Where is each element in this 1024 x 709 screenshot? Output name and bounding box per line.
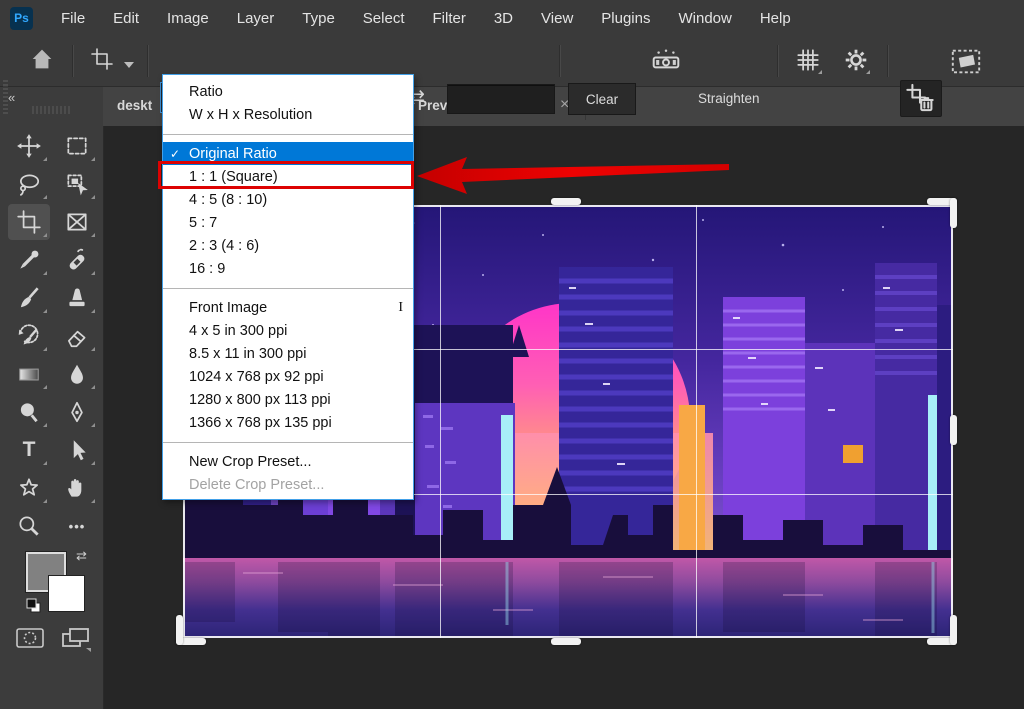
- crop-handle-top-middle[interactable]: [551, 198, 581, 205]
- menu-item-16-9[interactable]: 16 : 9: [163, 257, 413, 280]
- gradient-tool[interactable]: [8, 356, 50, 392]
- menu-item-1280x800[interactable]: 1280 x 800 px 113 ppi: [163, 388, 413, 411]
- menu-help[interactable]: Help: [746, 0, 805, 36]
- move-tool[interactable]: [8, 128, 50, 164]
- options-bar: Original Ratio ⇄ Clear Straighten: [0, 36, 1024, 87]
- options-bar-grip[interactable]: [3, 80, 8, 114]
- straighten-icon[interactable]: [650, 45, 682, 75]
- menu-bar: Ps File Edit Image Layer Type Select Fil…: [0, 0, 1024, 36]
- eraser-tool[interactable]: [56, 318, 98, 354]
- menu-select[interactable]: Select: [349, 0, 419, 36]
- chevron-down-icon: [818, 70, 822, 74]
- crop-handle-bottom-right[interactable]: [950, 615, 957, 645]
- dodge-tool[interactable]: [8, 394, 50, 430]
- shortcut-label: I: [398, 300, 403, 316]
- collapse-panel-button[interactable]: «: [8, 90, 13, 105]
- pen-tool[interactable]: [56, 394, 98, 430]
- menu-plugins[interactable]: Plugins: [587, 0, 664, 36]
- clone-stamp-tool[interactable]: [56, 280, 98, 316]
- crop-tool-icon[interactable]: [90, 47, 114, 71]
- menu-item-2-3[interactable]: 2 : 3 (4 : 6): [163, 234, 413, 257]
- crop-handle-top-right[interactable]: [950, 198, 957, 228]
- menu-filter[interactable]: Filter: [419, 0, 480, 36]
- lasso-tool[interactable]: [8, 166, 50, 202]
- menu-3d[interactable]: 3D: [480, 0, 527, 36]
- menu-item-8.5x11-300ppi[interactable]: 8.5 x 11 in 300 ppi: [163, 342, 413, 365]
- menu-item-wxh-resolution[interactable]: W x H x Resolution: [163, 103, 413, 126]
- divider: [72, 45, 74, 77]
- menu-item-1024x768[interactable]: 1024 x 768 px 92 ppi: [163, 365, 413, 388]
- menu-edit[interactable]: Edit: [99, 0, 153, 36]
- edit-toolbar-button[interactable]: •••: [56, 508, 98, 544]
- spot-healing-brush-tool[interactable]: [56, 242, 98, 278]
- menu-item-new-crop-preset[interactable]: New Crop Preset...: [163, 450, 413, 473]
- delete-cropped-pixels-button[interactable]: [900, 80, 942, 117]
- crop-handle-bottom-left[interactable]: [176, 615, 183, 645]
- menu-item-ratio[interactable]: Ratio: [163, 80, 413, 103]
- menu-item-delete-crop-preset: Delete Crop Preset...: [163, 473, 413, 496]
- document-tab-title-left[interactable]: deskt: [117, 98, 152, 113]
- menu-item-4x5-300ppi[interactable]: 4 x 5 in 300 ppi: [163, 319, 413, 342]
- straighten-label[interactable]: Straighten: [698, 91, 760, 106]
- blur-tool[interactable]: [56, 356, 98, 392]
- menu-item-4-5[interactable]: 4 : 5 (8 : 10): [163, 188, 413, 211]
- checkmark-icon: ✓: [170, 147, 180, 161]
- crop-tool[interactable]: [8, 204, 50, 240]
- menu-separator: [163, 126, 413, 142]
- menu-item-front-image[interactable]: Front Image I: [163, 296, 413, 319]
- photoshop-window: Ps File Edit Image Layer Type Select Fil…: [0, 0, 1024, 709]
- quick-mask-icon[interactable]: [15, 626, 45, 650]
- crop-handle-bottom-middle[interactable]: [551, 638, 581, 645]
- divider: [777, 45, 779, 77]
- clear-button[interactable]: Clear: [568, 83, 636, 115]
- chevron-down-icon: [866, 70, 870, 74]
- tools-panel: «: [0, 86, 104, 709]
- menu-type[interactable]: Type: [288, 0, 349, 36]
- menu-separator: [163, 434, 413, 450]
- crop-handle-right-middle[interactable]: [950, 415, 957, 445]
- divider: [559, 45, 561, 77]
- path-selection-tool[interactable]: [56, 432, 98, 468]
- object-selection-tool[interactable]: [56, 166, 98, 202]
- swap-colors-icon[interactable]: ⇄: [76, 548, 87, 564]
- menu-image[interactable]: Image: [153, 0, 223, 36]
- menu-separator: [163, 280, 413, 296]
- photoshop-logo-icon: Ps: [10, 7, 33, 30]
- background-color-swatch[interactable]: [48, 575, 85, 612]
- crop-ratio-dropdown-menu: Ratio W x H x Resolution ✓ Original Rati…: [162, 74, 414, 500]
- crop-grid-vline-2: [696, 205, 697, 638]
- default-colors-icon[interactable]: [26, 598, 42, 614]
- menu-layer[interactable]: Layer: [223, 0, 289, 36]
- panel-grip[interactable]: [32, 106, 72, 114]
- menu-view[interactable]: View: [527, 0, 587, 36]
- annotation-arrow: [413, 152, 733, 197]
- eyedropper-tool[interactable]: [8, 242, 50, 278]
- home-icon[interactable]: [28, 45, 56, 73]
- screen-mode-icon[interactable]: [60, 626, 92, 652]
- menu-item-5-7[interactable]: 5 : 7: [163, 211, 413, 234]
- chevron-down-icon[interactable]: [124, 62, 134, 68]
- custom-shape-tool[interactable]: [8, 470, 50, 506]
- slice-tool[interactable]: [56, 204, 98, 240]
- crop-preview-overlay-icon[interactable]: [948, 45, 984, 78]
- crop-grid-vline-1: [440, 205, 441, 638]
- divider: [887, 45, 889, 77]
- crop-height-input[interactable]: [447, 84, 555, 114]
- menu-window[interactable]: Window: [664, 0, 745, 36]
- hand-tool[interactable]: [56, 470, 98, 506]
- annotation-highlight-box: [158, 161, 414, 189]
- type-tool[interactable]: T: [8, 432, 50, 468]
- menu-item-1366x768[interactable]: 1366 x 768 px 135 ppi: [163, 411, 413, 434]
- brush-tool[interactable]: [8, 280, 50, 316]
- menu-file[interactable]: File: [47, 0, 99, 36]
- rectangular-marquee-tool[interactable]: [56, 128, 98, 164]
- history-brush-tool[interactable]: [8, 318, 50, 354]
- divider: [147, 45, 149, 77]
- zoom-tool[interactable]: [8, 508, 50, 544]
